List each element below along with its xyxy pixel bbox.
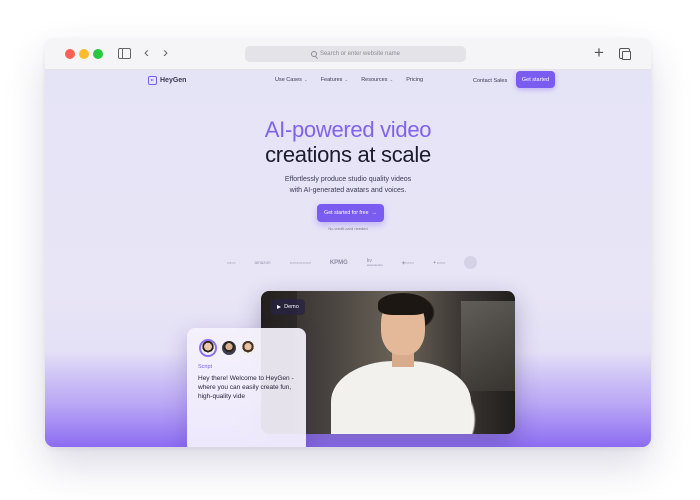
minimize-window-button[interactable] — [79, 49, 89, 59]
browser-toolbar: ‹ › Search or enter website name + — [45, 38, 651, 70]
logo-circle — [464, 256, 477, 269]
presenter-body — [331, 361, 471, 434]
arrow-right-icon: → — [371, 210, 377, 216]
hero-subtitle: Effortlessly produce studio quality vide… — [45, 174, 651, 196]
nav-item-use-cases[interactable]: Use Cases ⌄ — [275, 77, 308, 83]
logo-amazon: amazon — [254, 260, 271, 265]
hero-title: creations at scale — [265, 142, 431, 167]
search-icon — [310, 51, 317, 57]
forward-arrow-icon[interactable]: › — [163, 45, 168, 61]
get-started-button[interactable]: Get started — [516, 71, 555, 88]
nav-label: Pricing — [406, 77, 424, 83]
nav-label: Features — [320, 77, 343, 83]
nav-item-pricing[interactable]: Pricing — [406, 77, 423, 83]
avatar-selected[interactable] — [199, 339, 217, 357]
new-tab-button[interactable]: + — [594, 44, 604, 62]
address-placeholder: Search or enter website name — [319, 51, 401, 57]
script-card: Script Hey there! Welcome to HeyGen - wh… — [187, 328, 306, 447]
demo-label: Demo — [284, 304, 299, 310]
chevron-down-icon: ⌄ — [303, 77, 308, 82]
script-text[interactable]: Hey there! Welcome to HeyGen - where you… — [198, 374, 298, 401]
video-background-window — [461, 301, 515, 391]
nav-item-features[interactable]: Features ⌄ — [321, 77, 349, 83]
heygen-logo-icon — [148, 76, 157, 85]
logo-nvidia: ◈▭▭ — [401, 259, 414, 265]
avatar[interactable] — [241, 341, 255, 355]
script-label: Script — [198, 364, 213, 370]
chevron-down-icon: ⌄ — [389, 77, 394, 82]
nav-label: Use Cases — [275, 77, 302, 83]
nav-label: Resources — [361, 77, 388, 83]
nav-item-resources[interactable]: Resources ⌄ — [361, 77, 393, 83]
play-icon — [277, 305, 282, 309]
logo-placeholder-3: ✦▭▭ — [432, 259, 445, 265]
browser-window: ‹ › Search or enter website name + HeyGe… — [45, 38, 651, 447]
brand-logo[interactable]: HeyGen — [148, 76, 186, 85]
address-bar[interactable]: Search or enter website name — [245, 46, 466, 62]
contact-sales-link[interactable]: Contact Sales — [473, 78, 507, 84]
logo-kv: kv accessories — [366, 258, 383, 267]
close-window-button[interactable] — [65, 49, 75, 59]
logo-placeholder-1: ▭▭ — [227, 259, 236, 265]
customer-logos: ▭▭ amazon ▭▭▭▭▭ KPMG kv accessories ◈▭▭ ✦… — [227, 256, 477, 269]
get-started-free-button[interactable]: Get started for free → — [317, 204, 384, 222]
avatar[interactable] — [222, 341, 236, 355]
cta-label: Get started for free — [324, 210, 369, 216]
chevron-down-icon: ⌄ — [344, 77, 349, 82]
brand-name: HeyGen — [160, 77, 187, 84]
top-nav: Use Cases ⌄ Features ⌄ Resources ⌄ Pricing — [275, 77, 423, 83]
logo-kv-sub: accessories — [366, 262, 383, 267]
logo-placeholder-2: ▭▭▭▭▭ — [289, 259, 311, 265]
sidebar-toggle-icon[interactable] — [118, 48, 131, 59]
web-page: HeyGen Use Cases ⌄ Features ⌄ Resources ⌄ P… — [45, 71, 651, 447]
presenter-hair — [378, 293, 428, 315]
maximize-window-button[interactable] — [93, 49, 103, 59]
hero-title-accent: AI-powered video — [264, 117, 432, 142]
back-arrow-icon[interactable]: ‹ — [144, 45, 149, 61]
tab-overview-icon[interactable] — [619, 48, 631, 60]
subtitle-line-2: with AI-generated avatars and voices. — [289, 187, 407, 194]
demo-badge[interactable]: Demo — [271, 299, 305, 315]
logo-kpmg: KPMG — [329, 259, 348, 266]
no-credit-card-note: No credit card needed — [328, 226, 368, 231]
subtitle-line-1: Effortlessly produce studio quality vide… — [284, 176, 412, 183]
